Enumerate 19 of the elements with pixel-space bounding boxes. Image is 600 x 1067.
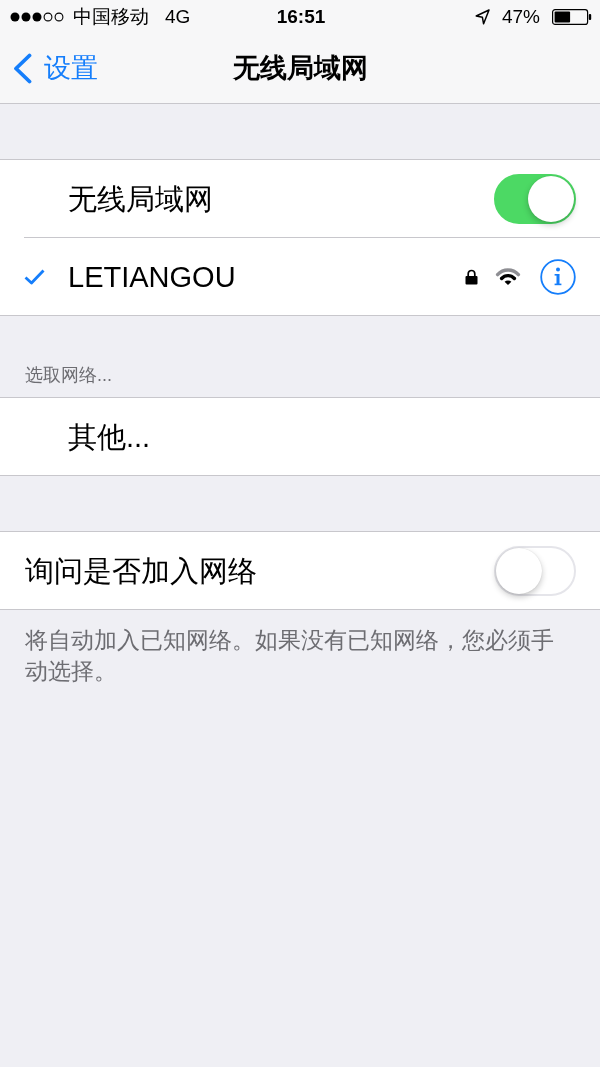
toggle-switch[interactable] — [494, 173, 576, 224]
network-name[interactable]: LETIANGOU — [68, 258, 465, 295]
wifi-icon — [495, 267, 521, 286]
section-header: 选取网络... — [25, 364, 112, 386]
other-network-item[interactable]: 其他... — [68, 418, 576, 455]
section-footer: 将自动加入已知网络。如果没有已知网络，您必须手动选择。 — [0, 610, 600, 687]
signal-icon — [10, 11, 65, 22]
nav-title: 无线局域网 — [232, 52, 368, 85]
info-icon[interactable] — [540, 258, 576, 295]
carrier-name: 中国移动 — [73, 5, 149, 28]
location-arrow-icon — [474, 8, 490, 25]
status-time: 16:51 — [276, 5, 326, 28]
network-type: 4G — [165, 5, 191, 28]
setting-label: 询问是否加入网络 — [25, 553, 258, 589]
chevron-left-icon — [13, 52, 32, 84]
back-button[interactable]: 设置 — [0, 51, 104, 85]
setting-label: 无线局域网 — [68, 181, 214, 217]
battery-percent: 47% — [501, 5, 540, 28]
battery-icon — [552, 8, 592, 25]
